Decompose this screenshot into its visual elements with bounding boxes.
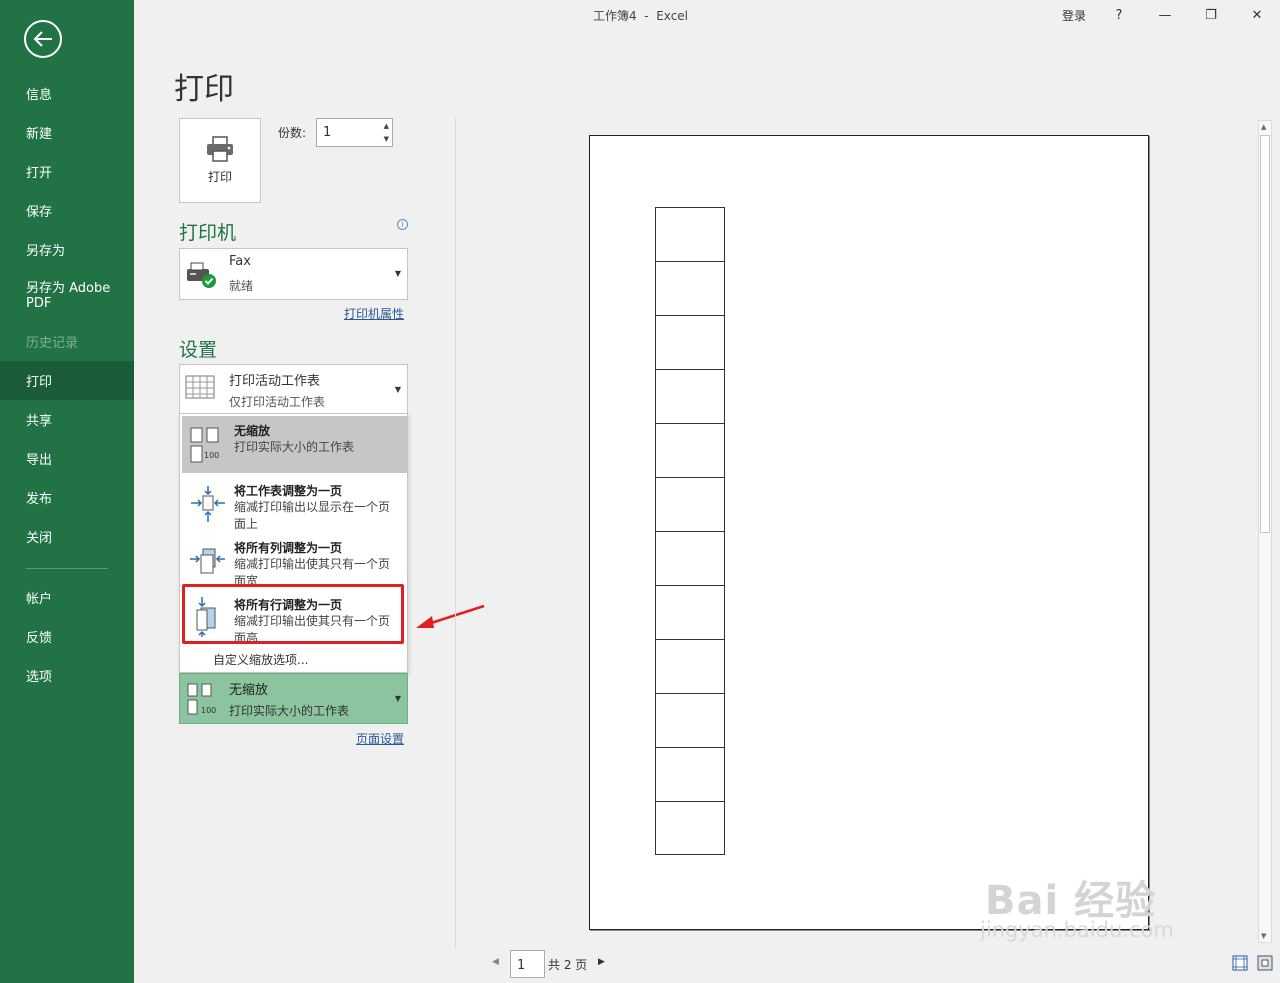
fit-sheet-icon xyxy=(191,486,225,522)
nav-print[interactable]: 打印 xyxy=(0,361,134,400)
fax-printer-icon xyxy=(187,262,216,288)
settings-heading: 设置 xyxy=(179,339,218,361)
menu-item-title: 无缩放 xyxy=(234,424,271,438)
page-number-input[interactable]: 1 xyxy=(510,950,545,978)
preview-cell xyxy=(655,639,725,693)
preview-cell xyxy=(655,585,725,639)
nav-share[interactable]: 共享 xyxy=(0,400,134,439)
chevron-down-icon: ▼ xyxy=(394,385,401,394)
badge-100: 100 xyxy=(204,451,220,460)
chevron-down-icon: ▼ xyxy=(394,694,401,703)
prev-page-icon[interactable]: ◀ xyxy=(492,957,499,967)
preview-cell xyxy=(655,369,725,423)
copies-value: 1 xyxy=(323,125,332,140)
preview-cell xyxy=(655,747,725,801)
nav-options[interactable]: 选项 xyxy=(0,656,134,695)
menu-fit-sheet-one-page[interactable]: 将工作表调整为一页 缩减打印输出以显示在一个页面上 xyxy=(182,476,407,533)
nav-export[interactable]: 导出 xyxy=(0,439,134,478)
preview-cell xyxy=(655,207,725,261)
nav-account[interactable]: 帐户 xyxy=(0,578,134,617)
print-button[interactable]: 打印 xyxy=(179,118,261,203)
preview-cell xyxy=(655,531,725,585)
zoom-to-page-icon[interactable] xyxy=(1257,955,1273,971)
watermark-url: jingyan.baidu.com xyxy=(980,918,1174,942)
menu-item-desc: 打印实际大小的工作表 xyxy=(234,440,355,454)
nav-save-as[interactable]: 另存为 xyxy=(0,230,134,269)
preview-cell xyxy=(655,315,725,369)
print-what-sub: 仅打印活动工作表 xyxy=(229,395,326,409)
back-arrow-icon[interactable] xyxy=(24,20,62,58)
menu-fit-columns-one-page[interactable]: 将所有列调整为一页 缩减打印输出使其只有一个页面宽 xyxy=(182,533,407,590)
nav-open[interactable]: 打开 xyxy=(0,152,134,191)
menu-item-title: 将所有列调整为一页 xyxy=(234,541,343,555)
custom-scaling-options[interactable]: 自定义缩放选项... xyxy=(213,651,308,668)
restore-icon[interactable]: ❐ xyxy=(1199,4,1223,26)
printer-properties-link[interactable]: 打印机属性 xyxy=(344,305,404,322)
menu-no-scaling[interactable]: 100 无缩放 打印实际大小的工作表 xyxy=(182,416,407,473)
current-page-value: 1 xyxy=(517,958,526,973)
worksheet-grid-icon xyxy=(185,375,215,399)
info-icon[interactable]: i xyxy=(397,219,408,230)
scaling-dropdown[interactable]: 100 无缩放 打印实际大小的工作表 ▼ xyxy=(179,673,408,724)
printer-dropdown[interactable]: Fax 就绪 ▼ xyxy=(179,248,408,300)
no-scaling-icon xyxy=(190,427,219,463)
preview-cell xyxy=(655,423,725,477)
nav-new[interactable]: 新建 xyxy=(0,113,134,152)
menu-item-title: 将工作表调整为一页 xyxy=(234,484,343,498)
baidu-watermark: Bai 经验 jingyan.baidu.com xyxy=(980,868,1174,942)
print-what-dropdown[interactable]: 打印活动工作表 仅打印活动工作表 ▼ xyxy=(179,364,408,414)
total-pages: 共 2 页 xyxy=(548,958,588,972)
scaling-selected-main: 无缩放 xyxy=(229,683,269,698)
scroll-thumb[interactable] xyxy=(1260,135,1270,533)
scroll-down-icon[interactable]: ▼ xyxy=(1261,932,1266,940)
nav-feedback[interactable]: 反馈 xyxy=(0,617,134,656)
nav-save-as-pdf[interactable]: 另存为 Adobe PDF xyxy=(0,274,134,318)
signin-link[interactable]: 登录 xyxy=(1062,7,1086,24)
printer-icon xyxy=(207,136,233,162)
nav-close[interactable]: 关闭 xyxy=(0,517,134,556)
help-icon[interactable]: ? xyxy=(1107,4,1131,26)
fit-columns-icon xyxy=(190,548,225,574)
nav-divider xyxy=(26,568,108,569)
scroll-up-icon[interactable]: ▲ xyxy=(1261,123,1266,131)
preview-divider xyxy=(455,118,456,948)
nav-save[interactable]: 保存 xyxy=(0,191,134,230)
page-setup-link[interactable]: 页面设置 xyxy=(356,730,404,747)
print-button-label: 打印 xyxy=(207,170,232,184)
nav-publish[interactable]: 发布 xyxy=(0,478,134,517)
preview-cell-column xyxy=(655,207,725,855)
backstage-sidebar: 信息 新建 打开 保存 另存为 另存为 Adobe PDF 历史记录 打印 共享… xyxy=(0,0,134,983)
chevron-down-icon: ▼ xyxy=(394,269,401,278)
spin-down-icon[interactable]: ▼ xyxy=(384,135,389,143)
printer-status: 就绪 xyxy=(229,279,254,293)
window-title: 工作簿4 - Excel xyxy=(593,9,689,23)
preview-cell xyxy=(655,693,725,747)
preview-cell xyxy=(655,801,725,855)
printer-name: Fax xyxy=(229,254,251,269)
close-icon[interactable]: ✕ xyxy=(1245,4,1269,26)
preview-cell xyxy=(655,477,725,531)
menu-item-desc: 缩减打印输出以显示在一个页面上 xyxy=(234,500,391,531)
printer-heading: 打印机 xyxy=(179,222,237,244)
copies-spinner[interactable]: 1 ▲ ▼ xyxy=(316,118,393,147)
nav-info[interactable]: 信息 xyxy=(0,74,134,113)
show-margins-icon[interactable] xyxy=(1232,955,1248,971)
arrow-annotation-icon xyxy=(416,604,485,628)
page-title: 打印 xyxy=(174,72,234,107)
preview-cell xyxy=(655,261,725,315)
scaling-selected-sub: 打印实际大小的工作表 xyxy=(229,704,350,718)
highlight-annotation-box xyxy=(182,584,404,644)
next-page-icon[interactable]: ▶ xyxy=(598,957,605,967)
badge-100: 100 xyxy=(201,706,217,715)
print-what-main: 打印活动工作表 xyxy=(229,374,321,389)
copies-label: 份数: xyxy=(278,126,307,140)
preview-scrollbar[interactable]: ▲ ▼ xyxy=(1258,120,1272,943)
nav-history: 历史记录 xyxy=(26,336,79,351)
spin-up-icon[interactable]: ▲ xyxy=(384,122,389,130)
minimize-icon[interactable]: — xyxy=(1153,4,1177,26)
